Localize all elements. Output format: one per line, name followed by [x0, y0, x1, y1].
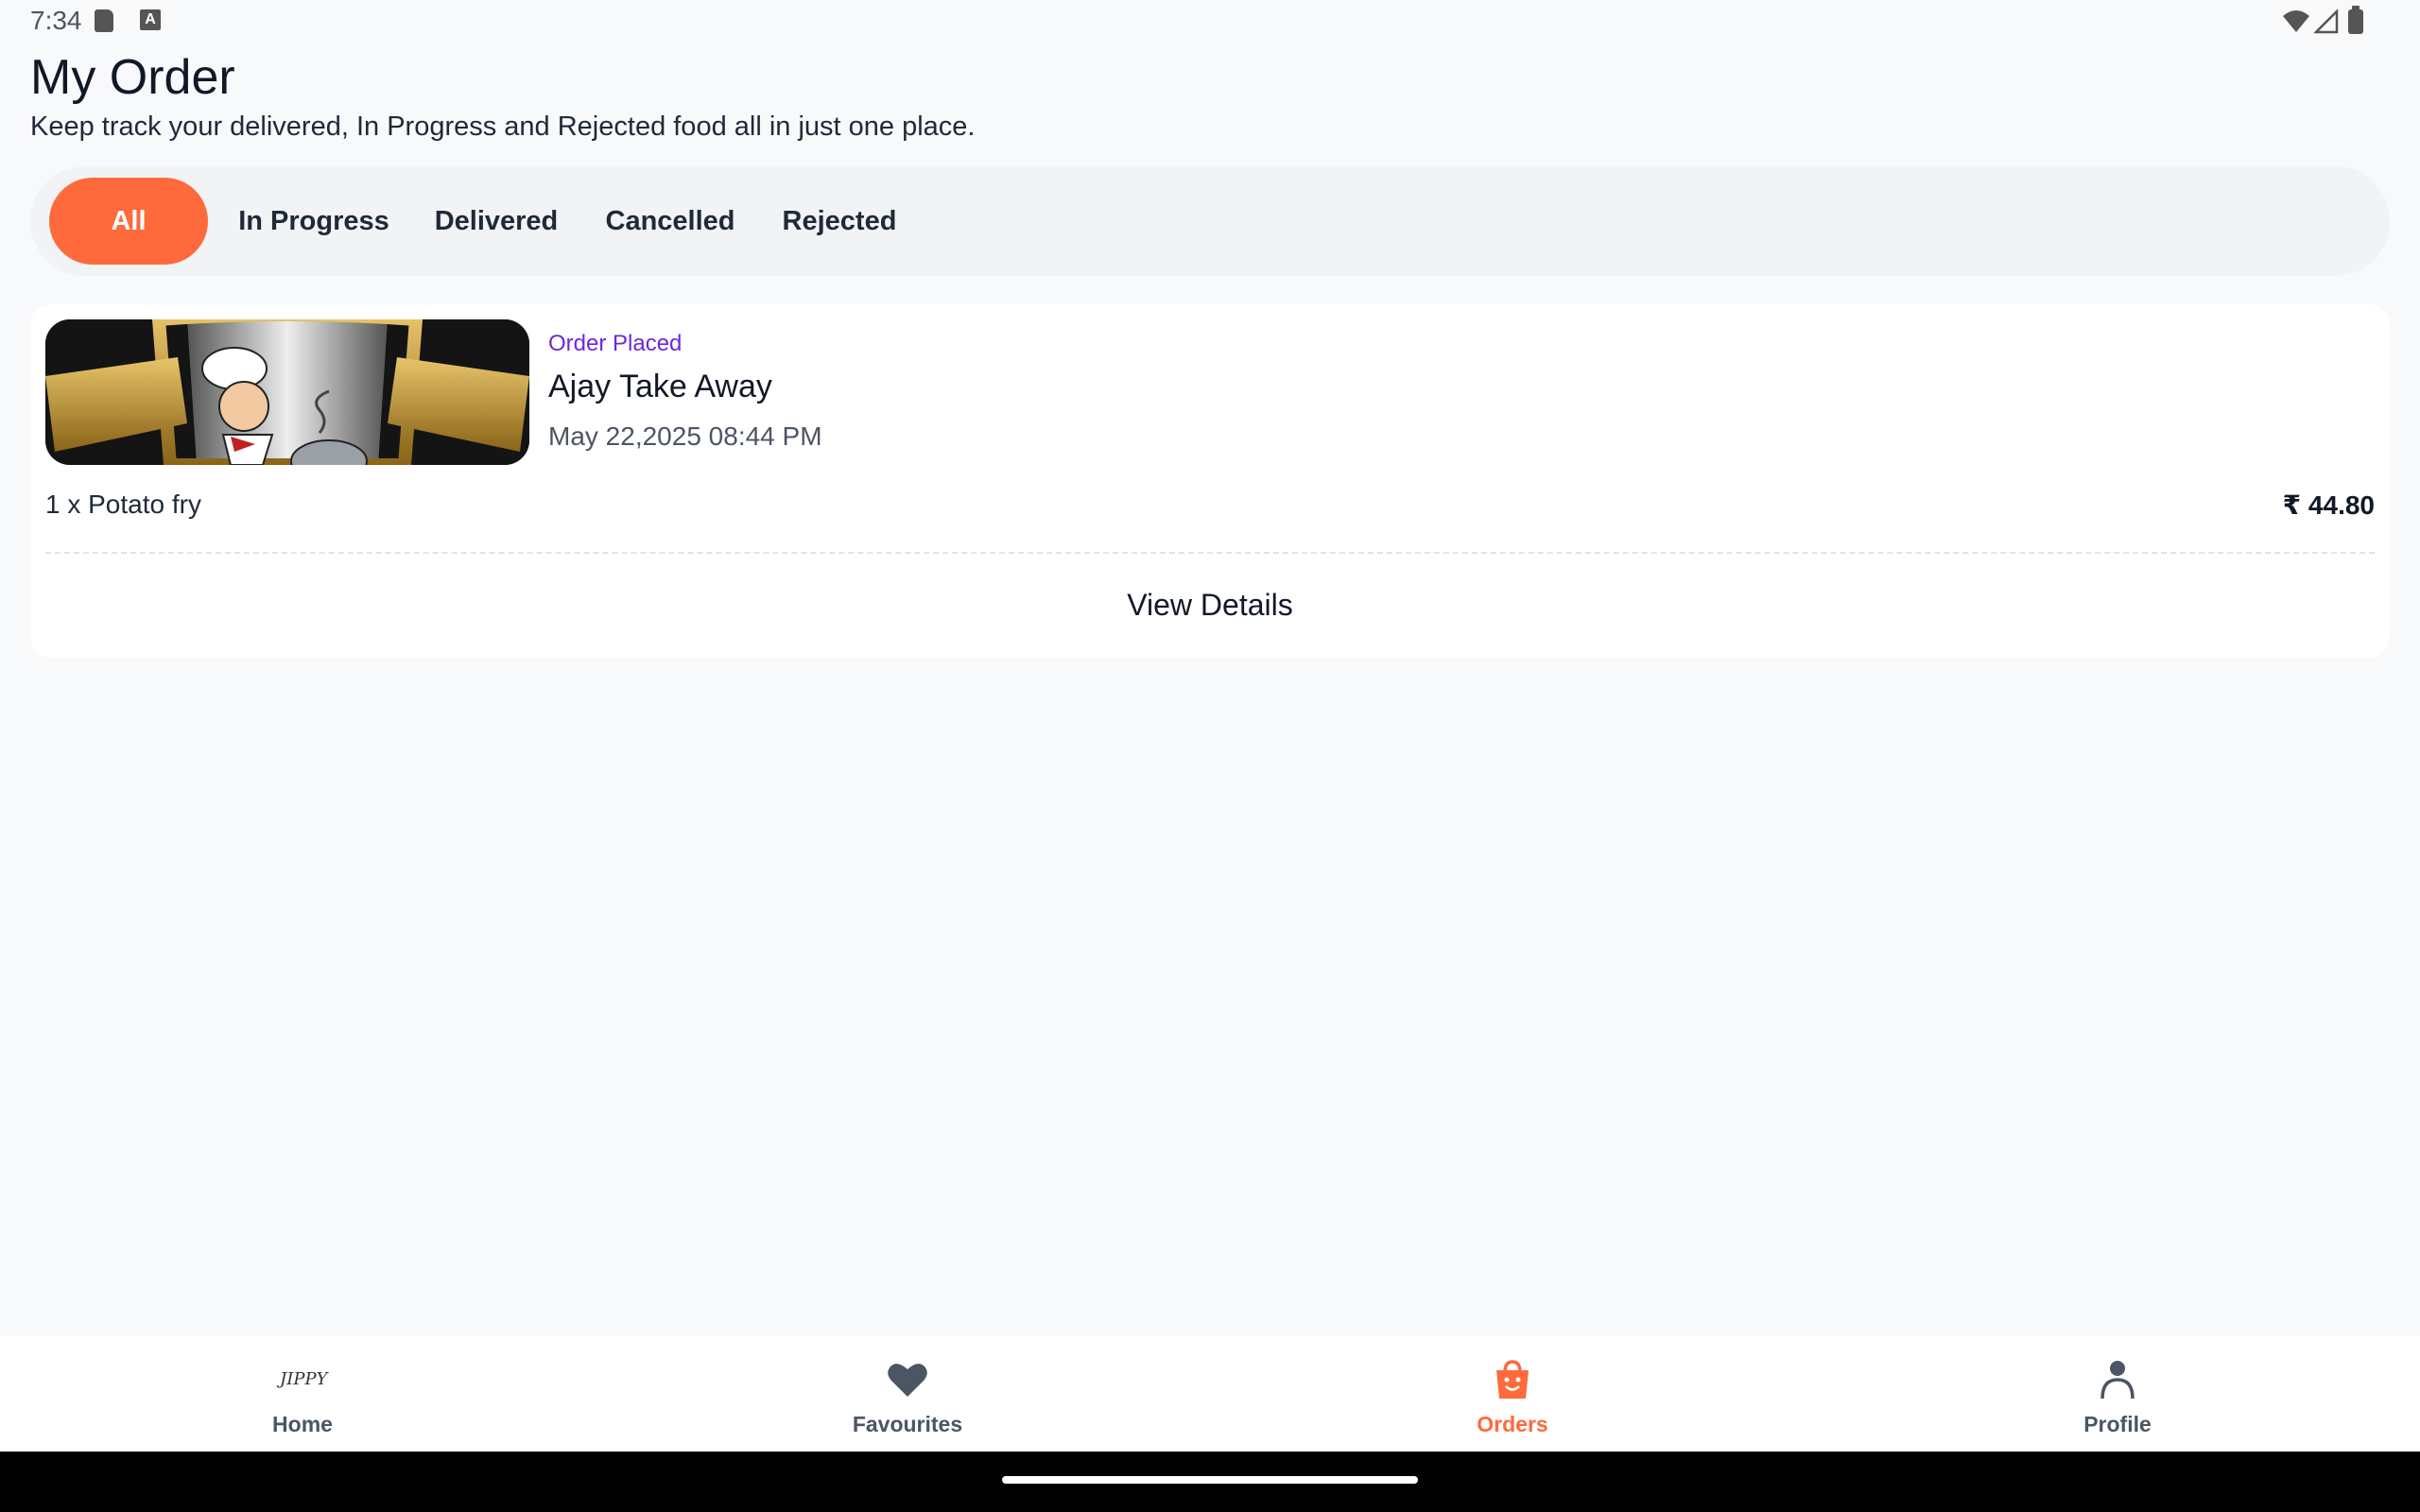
tab-in-progress[interactable]: In Progress [238, 178, 389, 265]
nav-label-orders: Orders [1477, 1412, 1548, 1436]
tab-rejected[interactable]: Rejected [773, 178, 906, 265]
view-details-button[interactable]: View Details [30, 578, 2390, 631]
order-filter-tabs: All In Progress Delivered Cancelled Reje… [30, 166, 2390, 276]
nav-item-home[interactable]: JIPPY Home [0, 1336, 605, 1452]
person-icon [2100, 1361, 2135, 1400]
page-title: My Order [30, 50, 235, 105]
tab-cancelled[interactable]: Cancelled [599, 178, 741, 265]
bottom-navigation: JIPPY Home Favourites Orders Profile [0, 1336, 2420, 1452]
battery-icon [2348, 6, 2363, 34]
order-items: 1 x Potato fry [45, 490, 201, 519]
order-status-label: Order Placed [548, 331, 683, 356]
restaurant-name: Ajay Take Away [548, 369, 772, 404]
nav-item-orders[interactable]: Orders [1210, 1336, 1815, 1452]
tab-all[interactable]: All [49, 178, 208, 265]
page-subtitle: Keep track your delivered, In Progress a… [30, 112, 976, 142]
system-navigation-bar [0, 1452, 2420, 1512]
home-indicator[interactable] [1002, 1476, 1418, 1484]
wifi-icon [2283, 10, 2309, 32]
order-card: Order Placed Ajay Take Away May 22,2025 … [30, 304, 2390, 658]
order-date: May 22,2025 08:44 PM [548, 421, 822, 451]
nav-item-favourites[interactable]: Favourites [605, 1336, 1210, 1452]
nav-label-favourites: Favourites [852, 1412, 963, 1436]
shopping-bag-icon [1496, 1360, 1529, 1399]
keyboard-a-icon: A [140, 9, 161, 30]
heart-icon [888, 1364, 927, 1397]
restaurant-image [45, 319, 529, 465]
nav-label-profile: Profile [2083, 1412, 2152, 1436]
signal-icon [2314, 9, 2339, 34]
dashed-divider [45, 552, 2375, 554]
order-price: ₹ 44.80 [2282, 490, 2375, 520]
sd-card-icon [95, 9, 113, 32]
tab-delivered[interactable]: Delivered [425, 178, 567, 265]
nav-label-home: Home [272, 1412, 333, 1436]
nav-item-profile[interactable]: Profile [1815, 1336, 2420, 1452]
status-bar: 7:34 A [0, 0, 2420, 45]
status-time: 7:34 [30, 6, 82, 35]
jippy-logo-icon: JIPPY [280, 1369, 328, 1389]
